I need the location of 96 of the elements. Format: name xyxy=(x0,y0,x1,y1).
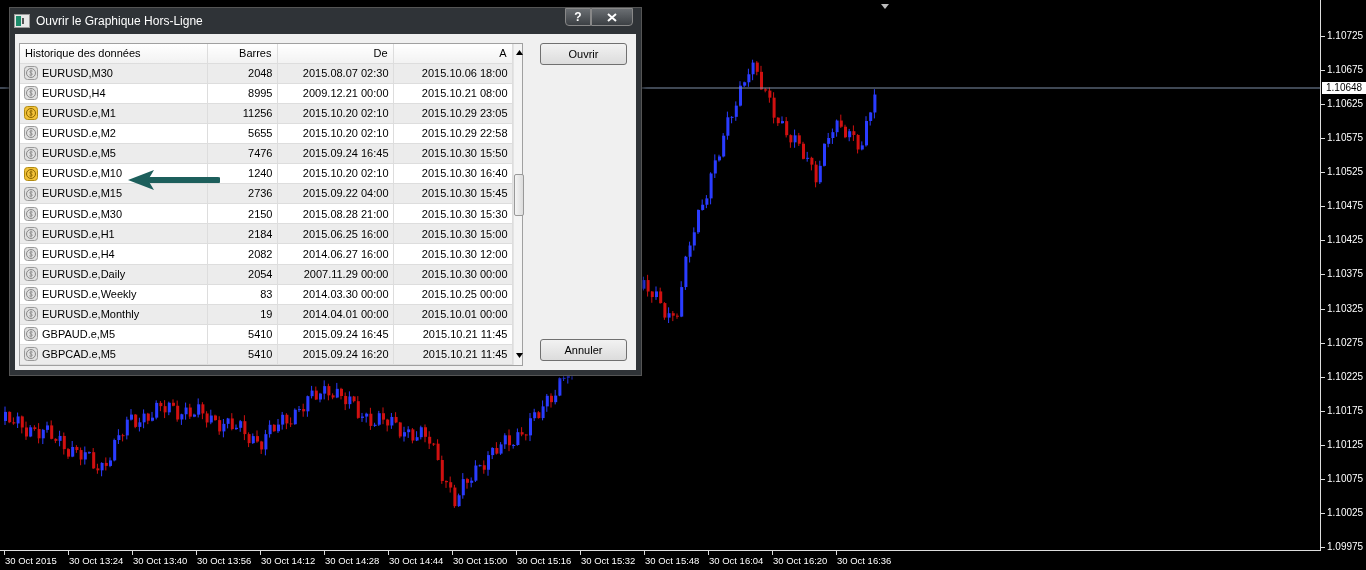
symbol-name: GBPAUD.e,M5 xyxy=(42,327,116,343)
symbol-name: EURUSD,H4 xyxy=(42,85,106,101)
symbol-name: EURUSD.e,M5 xyxy=(42,146,116,162)
table-cell: 2015.10.21 08:00 xyxy=(393,83,512,104)
time-label: 30 Oct 2015 xyxy=(5,555,57,566)
time-label: 30 Oct 14:28 xyxy=(325,555,380,566)
time-label: 30 Oct 15:16 xyxy=(517,555,572,566)
table-cell: 2015.08.28 21:00 xyxy=(277,203,393,224)
table-cell: 83 xyxy=(207,284,277,305)
symbol-name: EURUSD.e,Monthly xyxy=(42,307,140,322)
table-cell: 2015.10.20 02:10 xyxy=(277,163,393,184)
symbol-cell[interactable]: EURUSD.e,H4 xyxy=(20,243,207,264)
dialog-button[interactable]: Annuler xyxy=(540,339,627,361)
symbol-name: EURUSD.e,H4 xyxy=(42,246,115,262)
price-label: 1.10075 xyxy=(1327,472,1364,485)
price-label: 1.10725 xyxy=(1327,30,1364,42)
time-label: 30 Oct 14:12 xyxy=(261,555,316,566)
price-label: 1.10025 xyxy=(1327,506,1364,519)
symbol-cell[interactable]: EURUSD.e,M2 xyxy=(20,123,207,144)
price-label: 1.09975 xyxy=(1327,541,1364,554)
table-cell: 5655 xyxy=(207,123,277,144)
help-button[interactable]: ? xyxy=(565,8,591,26)
time-label: 30 Oct 14:44 xyxy=(389,555,444,566)
table-cell: 2150 xyxy=(207,203,277,224)
symbol-cell[interactable]: EURUSD,H4 xyxy=(20,83,207,104)
price-label: 1.10625 xyxy=(1327,98,1364,111)
time-label: 30 Oct 13:24 xyxy=(69,555,124,566)
time-label: 30 Oct 16:36 xyxy=(837,555,892,566)
symbol-name: EURUSD.e,M10 xyxy=(42,166,123,182)
close-icon xyxy=(607,12,617,22)
time-label: 30 Oct 15:32 xyxy=(581,555,636,566)
time-label: 30 Oct 15:48 xyxy=(645,555,700,566)
symbol-name: EURUSD.e,M15 xyxy=(42,186,123,202)
table-cell: 2015.10.29 22:58 xyxy=(393,123,512,144)
symbol-cell[interactable]: EURUSD.e,Daily xyxy=(20,264,207,285)
price-label: 1.10125 xyxy=(1327,438,1364,451)
marker-icon xyxy=(881,4,889,9)
time-label: 30 Oct 13:40 xyxy=(133,555,188,566)
table-cell: 5410 xyxy=(207,324,277,345)
price-label: 1.10325 xyxy=(1327,302,1364,315)
symbol-cell[interactable]: EURUSD.e,M5 xyxy=(20,143,207,164)
symbol-cell[interactable]: EURUSD.e,M1 xyxy=(20,103,207,124)
price-label: 1.10375 xyxy=(1327,268,1364,281)
symbol-cell[interactable]: EURUSD.e,H1 xyxy=(20,223,207,244)
column-header[interactable]: Barres xyxy=(207,44,277,64)
table-cell: 2015.10.25 00:00 xyxy=(393,284,512,305)
table-cell: 2015.10.30 16:40 xyxy=(393,163,512,184)
current-price-label: 1.10648 xyxy=(1322,82,1366,94)
dialog-button[interactable]: Ouvrir xyxy=(540,43,627,65)
symbol-cell[interactable]: EURUSD.e,Monthly xyxy=(20,304,207,325)
table-cell: 1240 xyxy=(207,163,277,184)
column-header[interactable]: De xyxy=(277,44,393,64)
symbol-cell[interactable]: EURUSD.e,M30 xyxy=(20,203,207,224)
price-label: 1.10425 xyxy=(1327,234,1364,247)
price-label: 1.10175 xyxy=(1327,404,1364,417)
chart-window-icon xyxy=(14,14,30,28)
price-label: 1.10525 xyxy=(1327,166,1364,179)
table-cell: 2014.06.27 16:00 xyxy=(277,243,393,264)
table-cell: 2082 xyxy=(207,243,277,264)
symbol-name: EURUSD.e,M30 xyxy=(42,206,123,222)
scroll-down-icon[interactable] xyxy=(515,353,523,358)
table-cell: 2015.10.30 12:00 xyxy=(393,243,512,264)
symbol-name: EURUSD.e,H1 xyxy=(42,226,115,242)
time-label: 30 Oct 13:56 xyxy=(197,555,252,566)
price-label: 1.10225 xyxy=(1327,370,1364,383)
symbol-cell[interactable]: GBPCAD.e,M5 xyxy=(20,344,207,365)
symbol-name: GBPCAD.e,M5 xyxy=(42,347,116,363)
column-header[interactable]: Historique des données xyxy=(20,44,207,64)
price-label: 1.10475 xyxy=(1327,200,1364,213)
close-button[interactable] xyxy=(591,8,633,26)
symbol-name: EURUSD.e,Daily xyxy=(42,266,126,282)
column-header[interactable]: A xyxy=(393,44,512,64)
table-cell: 2015.10.20 02:10 xyxy=(277,123,393,144)
price-label: 1.10675 xyxy=(1327,64,1364,77)
window-title: Ouvrir le Graphique Hors-Ligne xyxy=(36,13,203,30)
time-label: 30 Oct 16:20 xyxy=(773,555,828,566)
table-cell: 2009.12.21 00:00 xyxy=(277,83,393,104)
scroll-thumb[interactable] xyxy=(513,174,524,216)
table-cell: 2015.09.24 16:45 xyxy=(277,324,393,345)
price-label: 1.10575 xyxy=(1327,132,1364,145)
time-label: 30 Oct 15:00 xyxy=(453,555,508,566)
symbol-name: EURUSD.e,M1 xyxy=(42,106,116,122)
symbol-name: EURUSD.e,M2 xyxy=(42,126,116,142)
table-cell: 2015.10.21 11:45 xyxy=(393,324,512,345)
price-label: 1.10275 xyxy=(1327,336,1364,349)
table-cell: 8995 xyxy=(207,83,277,104)
symbol-name: EURUSD,M30 xyxy=(42,65,113,81)
table-cell: 2015.10.30 15:30 xyxy=(393,203,512,224)
time-label: 30 Oct 16:04 xyxy=(709,555,764,566)
scrollbar[interactable] xyxy=(512,44,522,365)
scroll-up-icon[interactable] xyxy=(515,50,523,55)
symbol-cell[interactable]: EURUSD,M30 xyxy=(20,63,207,84)
symbol-cell[interactable]: GBPAUD.e,M5 xyxy=(20,324,207,345)
symbol-cell[interactable]: EURUSD.e,Weekly xyxy=(20,284,207,305)
symbol-name: EURUSD.e,Weekly xyxy=(42,286,137,302)
table-cell: 2014.03.30 00:00 xyxy=(277,284,393,305)
